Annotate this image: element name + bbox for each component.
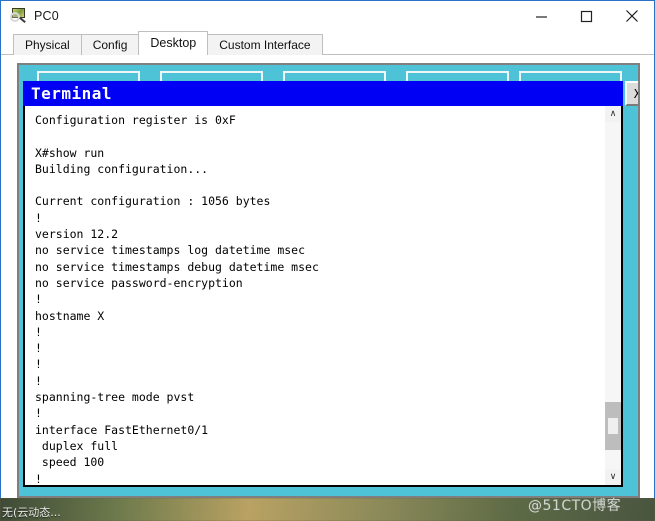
terminal-line: no service password-encryption — [35, 275, 243, 290]
desktop-pane: Terminal X Configuration register is 0xF… — [17, 63, 640, 498]
tab-strip: Physical Config Desktop Custom Interface — [1, 31, 654, 55]
terminal-line: interface FastEthernet0/1 — [35, 422, 209, 437]
tab-config[interactable]: Config — [80, 34, 140, 55]
terminal-line: ! — [35, 210, 42, 225]
terminal-close-button[interactable]: X — [625, 81, 638, 106]
terminal-body: Configuration register is 0xF X#show run… — [23, 106, 623, 487]
terminal-line: Configuration register is 0xF — [35, 113, 236, 127]
close-button[interactable] — [609, 2, 654, 31]
page-title: PC0 — [34, 9, 59, 23]
terminal-line: ! — [35, 373, 42, 388]
terminal-line: ! — [35, 357, 42, 372]
terminal-title-bar[interactable]: Terminal X — [23, 81, 638, 106]
pc0-window: PC0 Physical Config Desktop Custom Inter… — [0, 0, 655, 512]
scroll-down-arrow-icon[interactable]: ∨ — [605, 469, 621, 485]
terminal-line: spanning-tree mode pvst — [35, 390, 195, 405]
pc-magnifier-icon — [10, 7, 28, 25]
taskbar-wallpaper — [0, 498, 655, 521]
terminal-window: Terminal X Configuration register is 0xF… — [23, 81, 638, 487]
scroll-up-arrow-icon[interactable]: ∧ — [605, 106, 621, 122]
terminal-line: X#show run — [35, 145, 105, 160]
scrollbar-thumb[interactable] — [605, 402, 621, 450]
terminal-line: version 12.2 — [35, 227, 119, 242]
terminal-line: ! — [35, 471, 42, 485]
terminal-line: no service timestamps log datetime msec — [35, 243, 306, 258]
terminal-line: Current configuration : 1056 bytes — [35, 194, 271, 209]
tab-physical[interactable]: Physical — [13, 34, 82, 55]
maximize-button[interactable] — [564, 2, 609, 31]
terminal-title: Terminal — [31, 84, 113, 103]
terminal-line: hostname X — [35, 308, 105, 323]
terminal-line: ! — [35, 341, 42, 356]
terminal-line: ! — [35, 406, 42, 421]
terminal-output[interactable]: Configuration register is 0xF X#show run… — [25, 106, 604, 485]
terminal-line: duplex full — [35, 438, 119, 453]
scrollbar-thumb-grip — [608, 418, 618, 434]
minimize-button[interactable] — [519, 2, 564, 31]
terminal-line: ! — [35, 292, 42, 307]
terminal-line: speed 100 — [35, 455, 105, 470]
terminal-line: ! — [35, 324, 42, 339]
tab-custom-interface[interactable]: Custom Interface — [207, 34, 323, 55]
terminal-line: no service timestamps debug datetime mse… — [35, 259, 319, 274]
window-title-bar: PC0 — [1, 1, 654, 31]
terminal-scrollbar[interactable]: ∧ ∨ — [604, 106, 621, 485]
taskbar-item[interactable]: 无(云动态... — [2, 504, 61, 520]
terminal-line: Building configuration... — [35, 161, 209, 176]
tab-desktop[interactable]: Desktop — [138, 31, 209, 55]
taskbar: 无(云动态... — [0, 498, 655, 521]
